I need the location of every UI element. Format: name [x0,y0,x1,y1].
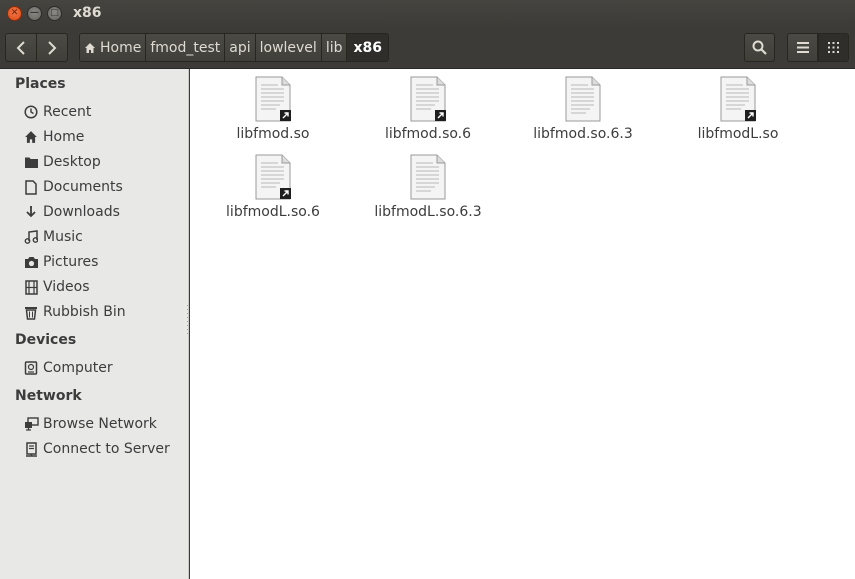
sidebar-item-rubbish-bin[interactable]: Rubbish Bin [23,301,126,323]
file-name: libfmod.so [236,126,310,142]
places-header: Places [15,76,66,92]
sidebar-item-label: Recent [43,104,92,120]
breadcrumb-x86[interactable]: x86 [347,34,388,61]
search-icon [752,40,767,55]
devices-header: Devices [15,332,77,348]
music-icon [23,229,39,245]
film-icon [23,279,39,295]
back-button[interactable] [6,34,37,61]
sidebar-item-videos[interactable]: Videos [23,276,90,298]
sidebar-item-label: Rubbish Bin [43,304,126,320]
file-item[interactable]: libfmodL.so [663,76,813,142]
file-item[interactable]: libfmod.so.6.3 [508,76,658,142]
network-icon [23,416,39,432]
folder-icon [23,154,39,170]
list-view-button[interactable] [787,33,818,62]
sidebar-item-downloads[interactable]: Downloads [23,201,120,223]
sidebar-item-label: Videos [43,279,90,295]
sidebar: Places Recent Home Desktop Documents Dow… [0,69,189,579]
sidebar-item-label: Browse Network [43,416,157,432]
server-icon [23,441,39,457]
file-icon [410,154,446,200]
symlink-file-icon [255,76,291,122]
maximize-window-button[interactable]: □ [47,6,62,21]
chevron-left-icon [16,40,25,55]
grid-view-icon [828,42,839,53]
file-item[interactable]: libfmodL.so.6 [198,154,348,220]
sidebar-item-label: Home [43,129,85,145]
file-icon [565,76,601,122]
drive-icon [23,360,39,376]
breadcrumb-lowlevel[interactable]: lowlevel [255,34,322,61]
maximize-icon: □ [50,8,59,18]
file-view[interactable]: libfmod.so libfmod.so.6 libfmod.so.6.3 l… [190,69,855,579]
sidebar-item-label: Desktop [43,154,101,170]
close-icon: ✕ [10,8,19,18]
file-name: libfmodL.so [697,126,779,142]
nav-buttons [5,33,68,62]
file-name: libfmod.so.6 [384,126,472,142]
breadcrumb-fmod-test[interactable]: fmod_test [146,34,226,61]
file-name: libfmod.so.6.3 [533,126,633,142]
grid-view-button[interactable] [818,33,849,62]
title-bar: ✕ — □ x86 [0,0,855,28]
sidebar-item-music[interactable]: Music [23,226,83,248]
breadcrumb-home[interactable]: Home [80,34,147,61]
list-view-icon [796,42,809,53]
file-item[interactable]: libfmod.so [198,76,348,142]
symlink-file-icon [410,76,446,122]
file-name: libfmodL.so.6.3 [374,204,482,220]
symlink-file-icon [255,154,291,200]
file-item[interactable]: libfmod.so.6 [353,76,503,142]
camera-icon [23,254,39,270]
sidebar-item-connect-to-server[interactable]: Connect to Server [23,438,170,460]
sidebar-item-label: Connect to Server [43,441,170,457]
trash-icon [23,304,39,320]
document-icon [23,179,39,195]
sidebar-item-label: Documents [43,179,123,195]
sidebar-item-label: Pictures [43,254,99,270]
sidebar-item-desktop[interactable]: Desktop [23,151,101,173]
sidebar-item-label: Downloads [43,204,120,220]
breadcrumb-lib[interactable]: lib [321,34,348,61]
minimize-window-button[interactable]: — [27,6,42,21]
sidebar-item-label: Computer [43,360,113,376]
sidebar-item-home[interactable]: Home [23,126,84,148]
sidebar-item-documents[interactable]: Documents [23,176,123,198]
search-button[interactable] [744,33,775,62]
toolbar: Home fmod_test api lowlevel lib x86 [0,28,855,69]
breadcrumb-label: Home [100,39,142,56]
chevron-right-icon [48,40,57,55]
sidebar-item-label: Music [43,229,83,245]
close-window-button[interactable]: ✕ [7,6,22,21]
network-header: Network [15,388,82,404]
download-icon [23,204,39,220]
breadcrumb-api[interactable]: api [225,34,256,61]
sidebar-item-pictures[interactable]: Pictures [23,251,98,273]
file-item[interactable]: libfmodL.so.6.3 [353,154,503,220]
sidebar-resize-handle[interactable] [186,305,189,335]
file-name: libfmodL.so.6 [226,204,320,220]
window-title: x86 [73,5,102,21]
breadcrumb: Home fmod_test api lowlevel lib x86 [79,33,389,62]
symlink-file-icon [720,76,756,122]
sidebar-item-recent[interactable]: Recent [23,101,91,123]
sidebar-item-computer[interactable]: Computer [23,357,113,379]
forward-button[interactable] [37,34,67,61]
home-icon [85,42,95,53]
sidebar-item-browse-network[interactable]: Browse Network [23,413,157,435]
minimize-icon: — [30,8,39,18]
home-icon [23,129,39,145]
clock-icon [23,104,39,120]
